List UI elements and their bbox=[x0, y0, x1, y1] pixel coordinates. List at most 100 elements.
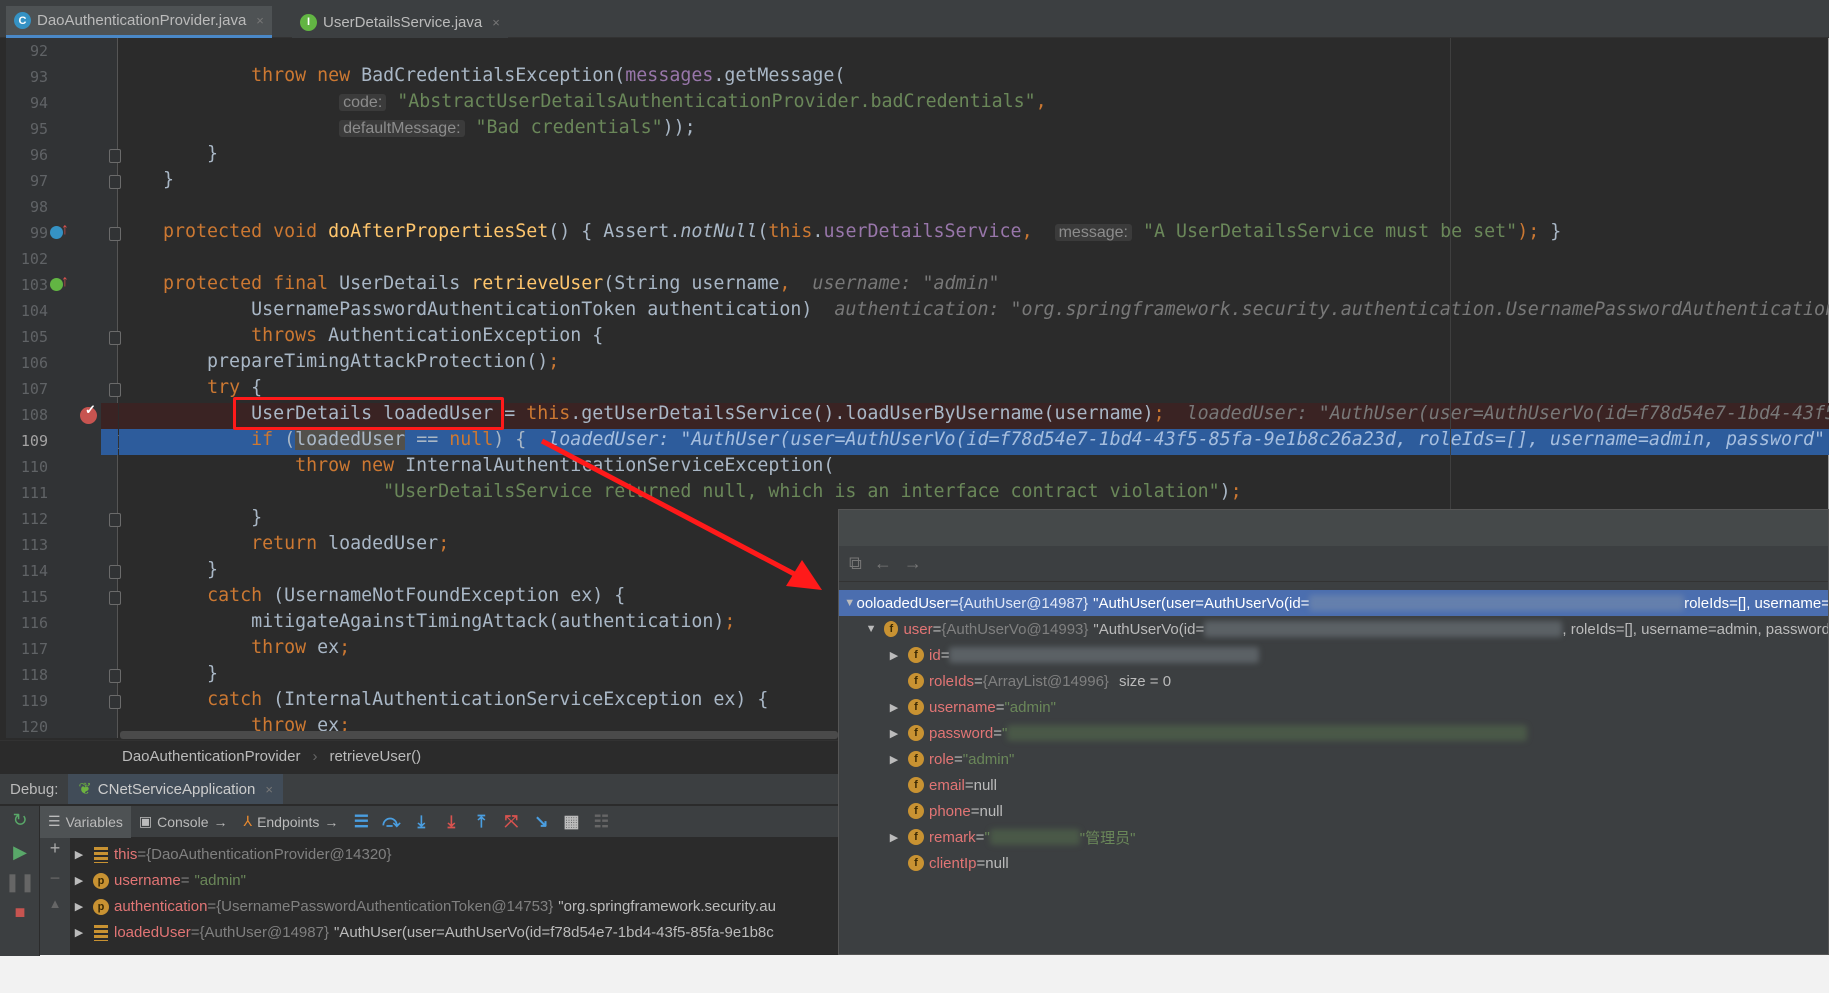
expand-arrow-icon: ▶ bbox=[889, 649, 899, 662]
expand-arrow-icon: ▶ bbox=[889, 727, 899, 740]
field-value-suffix: roleIds=[], username= bbox=[1684, 594, 1829, 612]
step-into-icon[interactable]: ⤓ bbox=[406, 812, 436, 832]
close-icon[interactable]: × bbox=[265, 782, 273, 797]
equals-sign: = bbox=[993, 724, 1002, 742]
line-number: 114 bbox=[20, 562, 48, 580]
pin-icon: → bbox=[213, 813, 228, 830]
inspect-row-root[interactable]: ▼ oo loadedUser = {AuthUser@14987} "AuthUs… bbox=[839, 590, 1829, 616]
code-token: .getMessage( bbox=[713, 65, 846, 86]
parameter-icon: p bbox=[93, 873, 109, 889]
parameter-icon: p bbox=[93, 899, 109, 915]
stop-icon[interactable]: ■ bbox=[0, 902, 40, 923]
expand-arrow-icon[interactable]: ▶ bbox=[70, 842, 88, 868]
run-to-cursor-icon[interactable]: ↘ bbox=[526, 812, 556, 832]
popup-header[interactable] bbox=[839, 510, 1828, 546]
line-number: 112 bbox=[20, 510, 48, 528]
equals-sign: = bbox=[949, 594, 959, 612]
expand-arrow-icon[interactable]: ▶ bbox=[70, 868, 88, 894]
resume-icon[interactable]: ▶ bbox=[0, 842, 40, 863]
code-line: throw new BadCredentialsException(messag… bbox=[119, 65, 1829, 91]
tab-file[interactable]: I UserDetailsService.java × bbox=[292, 6, 508, 38]
move-up-icon[interactable]: ▲ bbox=[40, 896, 70, 911]
debug-toolbar: ☰ Variables ▣ Console → ⅄ Endpoints → ☰ ⤼ ⤓ ⤓… bbox=[40, 805, 838, 838]
line-number: 92 bbox=[29, 42, 48, 60]
field-value: "AuthUser(user=AuthUserVo(id= bbox=[1093, 594, 1310, 612]
add-watch-icon[interactable]: + bbox=[40, 838, 70, 859]
forward-arrow-icon[interactable]: → bbox=[904, 553, 922, 574]
show-execution-point-icon[interactable]: ☰ bbox=[346, 812, 376, 832]
code-line: prepareTimingAttackProtection(); bbox=[119, 351, 1829, 377]
code-token: ( bbox=[757, 221, 769, 242]
inspect-popup: ⧉ ← → ▼ oo loadedUser = {AuthUser@14987} "… bbox=[838, 509, 1829, 955]
line-number: 98 bbox=[29, 198, 48, 216]
inspect-row-field[interactable]: ▶ f remark = " "管理员" bbox=[839, 824, 1828, 850]
parameter-hint: defaultMessage: bbox=[339, 120, 465, 137]
pin-icon: → bbox=[324, 813, 339, 830]
tab-endpoints[interactable]: ⅄ Endpoints → bbox=[236, 806, 347, 838]
tree-icon[interactable]: ⧉ bbox=[849, 553, 862, 574]
field-name: id bbox=[929, 646, 941, 664]
inspect-row-field[interactable]: ▶ f username = "admin" bbox=[839, 694, 1828, 720]
remove-watch-icon[interactable]: − bbox=[40, 868, 70, 889]
code-token: null bbox=[449, 429, 494, 450]
inspect-row-field[interactable]: f phone = null bbox=[839, 798, 1828, 824]
tab-file[interactable]: C DaoAuthenticationProvider.java × bbox=[6, 6, 272, 38]
code-token: ex bbox=[317, 637, 340, 658]
variable-row[interactable]: ▶ this = {DaoAuthenticationProvider@14320… bbox=[70, 842, 397, 868]
code-token: BadCredentialsException( bbox=[361, 65, 626, 86]
line-number: 120 bbox=[20, 718, 48, 736]
code-token: ; bbox=[1153, 403, 1165, 424]
drop-frame-icon[interactable]: ⤧ bbox=[496, 812, 526, 832]
parameter-hint: message: bbox=[1054, 224, 1132, 241]
code-line: "UserDetailsService returned null, which… bbox=[119, 481, 1829, 507]
inspect-row-field[interactable]: f clientIp = null bbox=[839, 850, 1828, 876]
debug-session-tab[interactable]: ❦ CNetServiceApplication × bbox=[68, 774, 283, 804]
expand-arrow-icon[interactable]: ▶ bbox=[70, 894, 88, 920]
variable-row[interactable]: ▶ loadedUser = {AuthUser@14987} "AuthUser(… bbox=[70, 920, 774, 946]
expand-arrow-icon[interactable]: ▶ bbox=[70, 920, 88, 946]
check-icon: ✓ bbox=[85, 402, 96, 417]
line-number: 99 bbox=[29, 224, 48, 242]
code-token: ; bbox=[548, 351, 560, 372]
tab-label: Variables bbox=[65, 813, 123, 830]
inspect-row-user[interactable]: ▼ f user = {AuthUserVo@14993} "AuthUserVo(i… bbox=[839, 616, 1828, 642]
tab-console[interactable]: ▣ Console → bbox=[131, 806, 236, 838]
back-arrow-icon[interactable]: ← bbox=[874, 553, 892, 574]
breadcrumb-class[interactable]: DaoAuthenticationProvider bbox=[122, 748, 300, 765]
inspect-row-field[interactable]: f email = null bbox=[839, 772, 1828, 798]
horizontal-scrollbar[interactable] bbox=[120, 731, 838, 739]
pause-icon[interactable]: ❚❚ bbox=[0, 872, 40, 893]
inspect-row-field[interactable]: ▶ f id = bbox=[839, 642, 1828, 668]
trace-icon[interactable]: ☷ bbox=[586, 812, 616, 832]
equals-sign: = bbox=[137, 846, 147, 863]
line-number: 96 bbox=[29, 146, 48, 164]
inspect-row-field[interactable]: ▶ f password = " bbox=[839, 720, 1828, 746]
breakpoint-icon[interactable]: ✓ bbox=[80, 402, 97, 424]
close-icon[interactable]: × bbox=[492, 15, 500, 30]
force-step-into-icon[interactable]: ⤓ bbox=[436, 812, 466, 832]
variable-row[interactable]: ▶ p username = "admin" bbox=[70, 868, 246, 894]
code-token: } bbox=[119, 143, 219, 164]
code-token: , bbox=[779, 273, 791, 294]
field-icon: f bbox=[908, 725, 924, 741]
breadcrumb-method[interactable]: retrieveUser() bbox=[329, 748, 421, 765]
step-over-icon[interactable]: ⤼ bbox=[376, 812, 406, 832]
code-token: loadedUser bbox=[328, 533, 439, 554]
equals-sign: = bbox=[190, 924, 200, 941]
evaluate-expression-icon[interactable]: ▦ bbox=[556, 812, 586, 832]
field-name: password bbox=[929, 724, 994, 742]
rerun-icon[interactable]: ↻ bbox=[0, 810, 40, 831]
step-out-icon[interactable]: ⤒ bbox=[466, 812, 496, 832]
tab-variables[interactable]: ☰ Variables bbox=[40, 805, 131, 838]
redacted-value bbox=[989, 829, 1080, 845]
expand-arrow-icon: ▶ bbox=[889, 701, 899, 714]
field-value: "admin" bbox=[962, 750, 1015, 768]
close-icon[interactable]: × bbox=[256, 13, 264, 28]
line-number: 104 bbox=[20, 302, 48, 320]
inspect-row-field[interactable]: ▶ f role = "admin" bbox=[839, 746, 1828, 772]
inspect-row-field[interactable]: f roleIds = {ArrayList@14996} size = 0 bbox=[839, 668, 1828, 694]
variable-row[interactable]: ▶ p authentication = {UsernamePasswordAuth… bbox=[70, 894, 776, 920]
